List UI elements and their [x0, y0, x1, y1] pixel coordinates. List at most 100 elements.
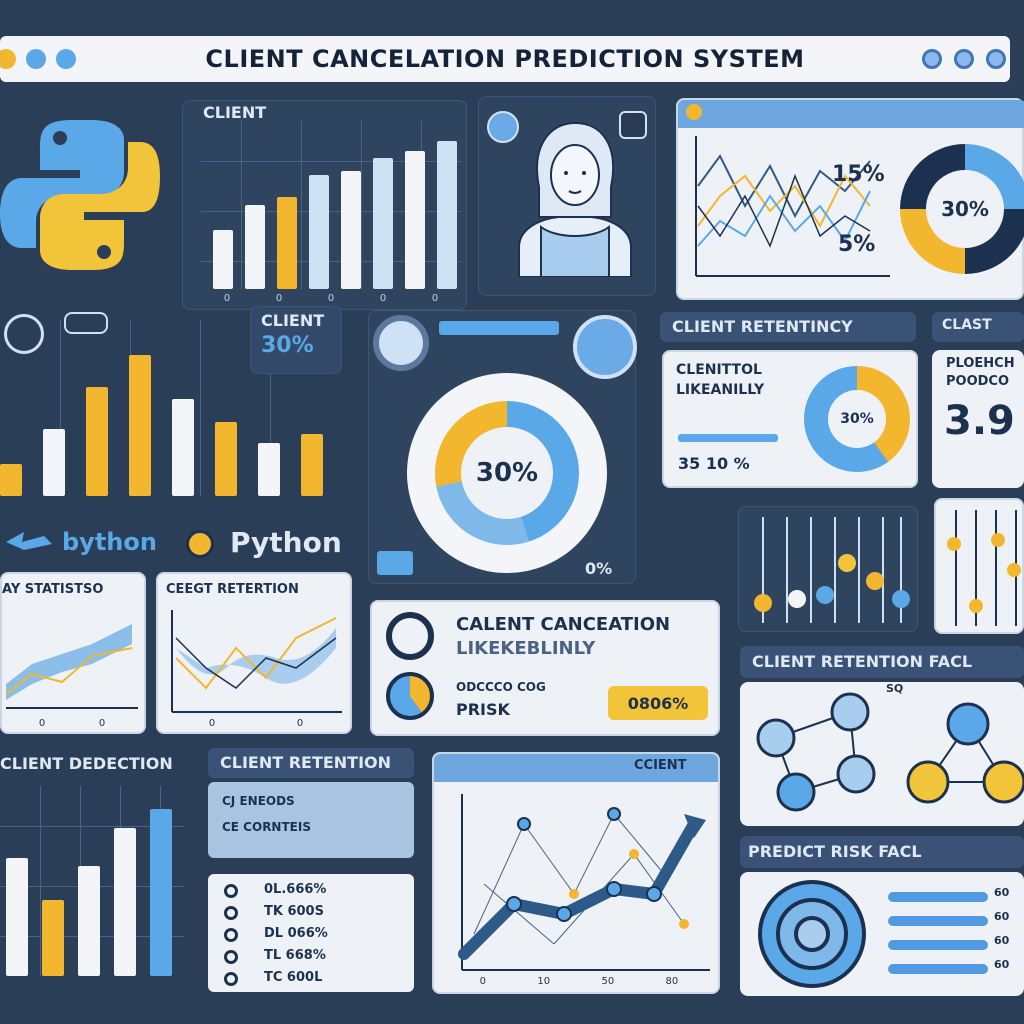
risk-item: 60	[994, 886, 1010, 899]
list-item[interactable]: 0L.666%	[224, 880, 404, 902]
list-item[interactable]: TL 668%	[224, 946, 404, 968]
chart-bar	[42, 900, 64, 976]
chart-bar	[150, 809, 172, 976]
python-logo	[0, 110, 160, 280]
chart-bar	[114, 828, 136, 976]
list-item[interactable]: TC 600L	[224, 968, 404, 990]
chart-bar	[245, 205, 265, 289]
avatar-panel	[478, 96, 656, 296]
tick-label: 80	[665, 976, 679, 987]
tick-label: 0	[296, 718, 304, 729]
folder-icon	[377, 551, 413, 575]
risk-bar	[888, 964, 988, 974]
likelihood-title: CALENT CANCEATION	[456, 614, 671, 635]
retention-donut-value: 30%	[840, 411, 874, 427]
window-control-minimize[interactable]	[922, 49, 942, 69]
top-donut: 30%	[900, 144, 1024, 274]
retention-factors-panel: CLIENT RETENTION FACL SQ	[740, 646, 1024, 826]
right-stat-line1: PLOEHCH	[946, 356, 1015, 371]
tick-label: 0	[479, 976, 487, 987]
chart-bar	[341, 171, 361, 289]
stats-mid-chart	[171, 610, 342, 713]
chart-bar	[301, 434, 323, 496]
center-donut-value: 30%	[475, 458, 539, 488]
chart-bar	[405, 151, 425, 289]
slider-panel-right	[934, 498, 1024, 634]
list-item[interactable]: DL 066%	[224, 924, 404, 946]
top-bar-chart	[201, 121, 461, 289]
risk-factors-panel: PREDICT RISK FACL 60 60 60 60	[740, 836, 1024, 996]
chart-bar	[0, 464, 22, 496]
likelihood-subtitle: LIKEKEBLINLY	[456, 638, 596, 659]
radio-icon[interactable]	[224, 928, 238, 942]
right-stat-header: CLAST	[942, 317, 992, 333]
trend-panel: CCIENT 0 10 50 80	[432, 752, 720, 994]
stats-left-chart	[5, 624, 138, 709]
network-note: SQ	[886, 682, 904, 695]
chart-bar	[437, 141, 457, 289]
window-control-close[interactable]	[986, 49, 1006, 69]
chart-bar	[215, 422, 237, 496]
chart-bar	[309, 175, 329, 289]
risk-factors-header: PREDICT RISK FACL	[748, 842, 922, 861]
likelihood-risk-label: PRISK	[456, 700, 510, 719]
wing-icon	[4, 530, 54, 552]
retention-list-label: CLIENT RETENTION	[220, 753, 392, 772]
detection-panel: CLIENT DEDECTION	[0, 752, 190, 982]
title-bar: CLIENT CANCELATION PREDICTION SYSTEM	[0, 36, 1010, 82]
python-small-label: bython	[62, 528, 157, 556]
chart-bar	[43, 429, 65, 496]
risk-item: 60	[994, 910, 1010, 923]
window-dot-yellow[interactable]	[0, 49, 16, 69]
window-dot-blue-2[interactable]	[56, 49, 76, 69]
chart-bar	[277, 197, 297, 289]
center-donut-ring: 30%	[435, 401, 579, 545]
panel-header	[678, 100, 1024, 128]
target-icon[interactable]	[386, 612, 434, 660]
window-control-maximize[interactable]	[954, 49, 974, 69]
list-item-label: TL 668%	[264, 948, 326, 963]
client-badge-value: 30%	[261, 333, 314, 358]
network-diagram: SQ	[740, 682, 1024, 826]
retention-header: CLIENT RETENTINCY	[672, 317, 853, 336]
radio-icon[interactable]	[224, 884, 238, 898]
trend-chart	[458, 794, 710, 971]
likelihood-sub-left: ODCCCO COG	[456, 680, 546, 694]
slider-group-right[interactable]	[936, 500, 1024, 636]
detection-label: CLIENT DEDECTION	[0, 754, 173, 773]
risk-value-badge: 0806%	[608, 686, 708, 720]
retention-card: CLENITTOL LIKEANILLY 35 10 % 30%	[662, 350, 918, 488]
stats-mid-label: CEEGT RETERTION	[166, 582, 299, 597]
tick-label: 0	[98, 718, 106, 729]
chart-bar	[213, 230, 233, 289]
target-icon[interactable]	[373, 315, 429, 371]
retention-footer: 35 10 %	[678, 454, 750, 473]
header-dot	[686, 104, 702, 120]
chart-bar	[86, 387, 108, 496]
top-donut-value: 30%	[941, 197, 989, 221]
chart-bar	[373, 158, 393, 289]
risk-bar	[888, 916, 988, 926]
right-stat-panel: CLAST PLOEHCH POODCO 3.9	[932, 312, 1024, 488]
tick-label: 50	[601, 976, 615, 987]
radio-icon[interactable]	[224, 972, 238, 986]
summary-line: CJ ENEODS	[222, 794, 295, 808]
window-dot-blue[interactable]	[26, 49, 46, 69]
center-donut-panel: 30% 0%	[368, 310, 637, 584]
multi-line-chart	[695, 136, 890, 277]
slider-group[interactable]	[739, 507, 919, 633]
list-item[interactable]: TK 600S	[224, 902, 404, 924]
retention-title-line2: LIKEANILLY	[676, 382, 765, 398]
risk-bar	[888, 940, 988, 950]
radio-icon[interactable]	[224, 906, 238, 920]
risk-item: 60	[994, 934, 1010, 947]
radio-icon[interactable]	[224, 950, 238, 964]
detection-bar-chart	[0, 786, 184, 976]
tick-label: 0	[275, 293, 283, 304]
tick-label: 10	[537, 976, 551, 987]
risk-bar	[888, 892, 988, 902]
chart-icon[interactable]	[573, 315, 637, 379]
donut-icon	[386, 672, 434, 720]
trend-header: CCIENT	[634, 758, 687, 773]
retention-donut: 30%	[804, 366, 910, 472]
